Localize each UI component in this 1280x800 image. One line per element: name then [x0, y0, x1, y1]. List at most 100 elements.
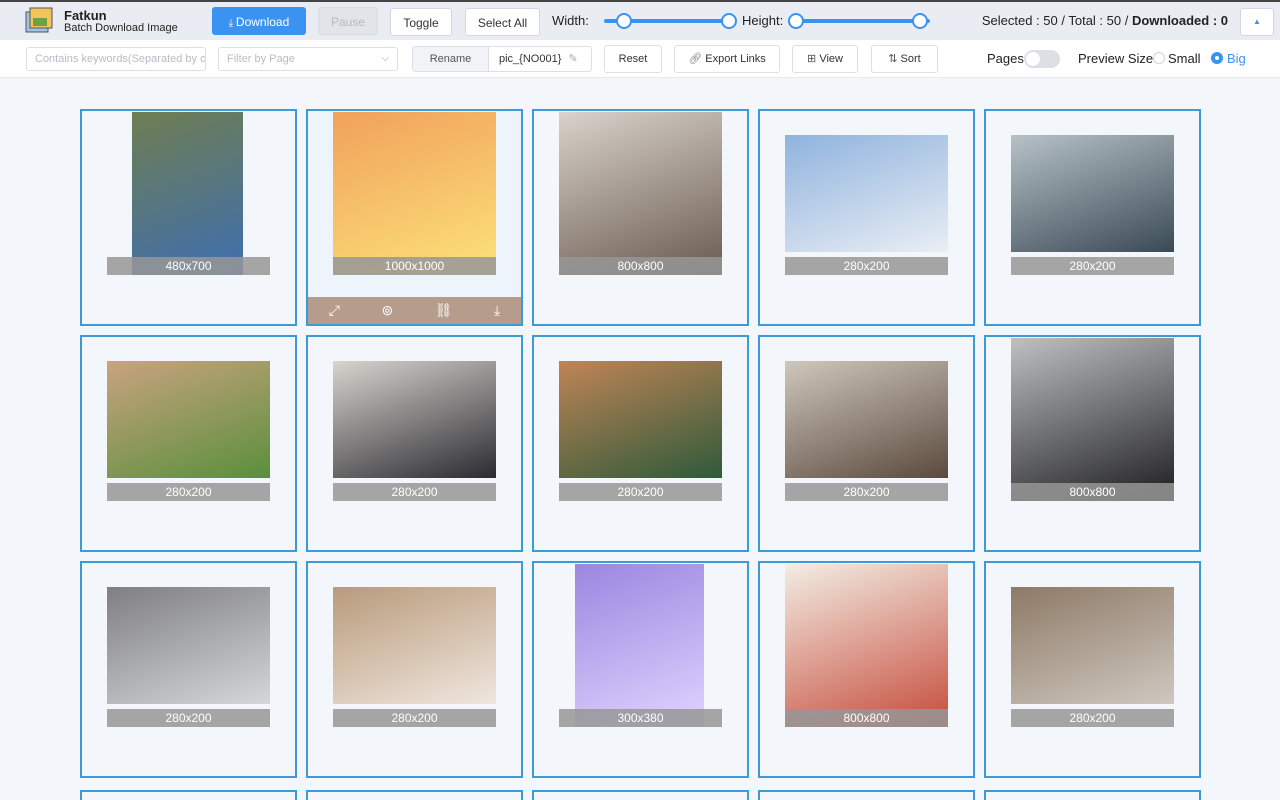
image-thumbnail[interactable] [107, 361, 270, 478]
image-thumbnail[interactable] [559, 112, 722, 275]
image-thumbnail[interactable] [1011, 587, 1174, 704]
image-dimensions: 280x200 [559, 483, 722, 501]
link-icon[interactable]: ⛓ [435, 302, 453, 319]
image-dimensions: 280x200 [785, 483, 948, 501]
page-filter-select[interactable]: Filter by Page ⌵ [218, 47, 398, 71]
stats-counts: Selected : 50 / Total : 50 / [981, 13, 1132, 28]
image-card[interactable]: 280x200 [532, 335, 749, 552]
small-radio[interactable] [1153, 52, 1165, 64]
image-dimensions: 1000x1000 [333, 257, 496, 275]
image-dimensions: 280x200 [107, 709, 270, 727]
download-icon: ⤓ [228, 18, 236, 29]
pause-button[interactable]: Pause [318, 7, 378, 35]
image-thumbnail[interactable] [1011, 135, 1174, 252]
image-thumbnail[interactable] [575, 564, 704, 727]
image-card[interactable]: 1000x1000 ⤢ ⊚ ⛓ ⤓ [306, 109, 523, 326]
toggle-button[interactable]: Toggle [390, 8, 452, 36]
rename-pattern-value: pic_{NO001} [499, 53, 562, 65]
expand-icon[interactable]: ⤢ [329, 302, 340, 319]
height-slider[interactable] [788, 13, 930, 29]
view-button[interactable]: ⊞ View [792, 45, 858, 73]
app-name: Fatkun [64, 8, 107, 23]
image-card[interactable]: 280x200 [306, 561, 523, 778]
width-label: Width: [552, 13, 589, 28]
big-radio[interactable] [1211, 52, 1223, 64]
image-thumbnail[interactable] [785, 361, 948, 478]
image-dimensions: 300x380 [559, 709, 722, 727]
export-links-label: Export Links [705, 53, 766, 65]
image-dimensions: 280x200 [333, 709, 496, 727]
image-card[interactable]: 300x380 [532, 561, 749, 778]
app-subtitle: Batch Download Image [64, 22, 178, 34]
scroll-top-button[interactable]: ▲ [1240, 8, 1274, 36]
image-dimensions: 480x700 [107, 257, 270, 275]
image-thumbnail[interactable] [1011, 338, 1174, 501]
select-all-button[interactable]: Select All [465, 8, 540, 36]
pages-label: Pages [987, 51, 1024, 66]
image-card[interactable]: 800x800 [532, 109, 749, 326]
width-slider-max-handle[interactable] [721, 13, 737, 29]
search-similar-icon[interactable]: ⊚ [381, 302, 393, 319]
rename-pattern-input[interactable]: pic_{NO001} ✎ [489, 47, 591, 71]
image-actions-bar: ⤢ ⊚ ⛓ ⤓ [308, 297, 521, 324]
download-button[interactable]: ⤓ Download [212, 7, 306, 35]
download-label: Download [235, 15, 290, 29]
image-card[interactable]: 800x800 [984, 335, 1201, 552]
export-links-button[interactable]: 🔗︎ Export Links [674, 45, 780, 73]
download-stats: Selected : 50 / Total : 50 / Downloaded … [982, 13, 1228, 28]
image-thumbnail[interactable] [333, 112, 496, 275]
fatkun-logo-icon [25, 7, 53, 33]
rename-group: Rename pic_{NO001} ✎ [412, 46, 592, 72]
image-card-partial [984, 790, 1201, 800]
image-dimensions: 280x200 [1011, 257, 1174, 275]
image-card-partial [80, 790, 297, 800]
image-thumbnail[interactable] [333, 361, 496, 478]
grid-view-icon: ⊞ [807, 53, 817, 65]
reset-button[interactable]: Reset [604, 45, 662, 73]
image-card[interactable]: 280x200 [758, 335, 975, 552]
page-filter-placeholder: Filter by Page [227, 53, 295, 65]
keywords-input[interactable]: Contains keywords(Separated by comma) [26, 47, 206, 71]
sort-button[interactable]: ⇅ Sort [871, 45, 938, 73]
image-card[interactable]: 280x200 [306, 335, 523, 552]
image-thumbnail[interactable] [559, 361, 722, 478]
image-card[interactable]: 280x200 [80, 335, 297, 552]
top-toolbar: Fatkun Batch Download Image ⤓ Download P… [0, 0, 1280, 40]
caret-up-icon: ▲ [1253, 17, 1261, 26]
image-card[interactable]: 280x200 [758, 109, 975, 326]
height-slider-min-handle[interactable] [788, 13, 804, 29]
view-label: View [819, 53, 843, 65]
image-card-partial [532, 790, 749, 800]
preview-size-label: Preview Size [1078, 51, 1154, 66]
download-icon[interactable]: ⤓ [494, 302, 500, 319]
image-card[interactable]: 480x700 [80, 109, 297, 326]
image-thumbnail[interactable] [333, 587, 496, 704]
width-slider-min-handle[interactable] [616, 13, 632, 29]
image-dimensions: 280x200 [1011, 709, 1174, 727]
link-icon: 🔗︎ [688, 53, 703, 65]
image-dimensions: 800x800 [559, 257, 722, 275]
image-thumbnail[interactable] [132, 112, 243, 275]
small-radio-label: Small [1168, 51, 1201, 66]
big-radio-label: Big [1227, 51, 1246, 66]
image-card[interactable]: 800x800 [758, 561, 975, 778]
image-dimensions: 800x800 [785, 709, 948, 727]
image-card[interactable]: 280x200 [984, 109, 1201, 326]
pages-toggle-switch[interactable] [1024, 50, 1060, 68]
image-card[interactable]: 280x200 [984, 561, 1201, 778]
image-thumbnail[interactable] [785, 564, 948, 727]
brand: Fatkun Batch Download Image [64, 9, 178, 35]
height-label: Height: [742, 13, 784, 28]
image-dimensions: 280x200 [785, 257, 948, 275]
sort-label: Sort [900, 53, 921, 65]
rename-button[interactable]: Rename [413, 47, 489, 71]
height-slider-max-handle[interactable] [912, 13, 928, 29]
chevron-down-icon: ⌵ [381, 53, 389, 64]
image-thumbnail[interactable] [785, 135, 948, 252]
image-thumbnail[interactable] [107, 587, 270, 704]
image-dimensions: 280x200 [107, 483, 270, 501]
width-slider[interactable] [604, 13, 737, 29]
image-card[interactable]: 280x200 [80, 561, 297, 778]
image-card-partial [758, 790, 975, 800]
image-dimensions: 800x800 [1011, 483, 1174, 501]
